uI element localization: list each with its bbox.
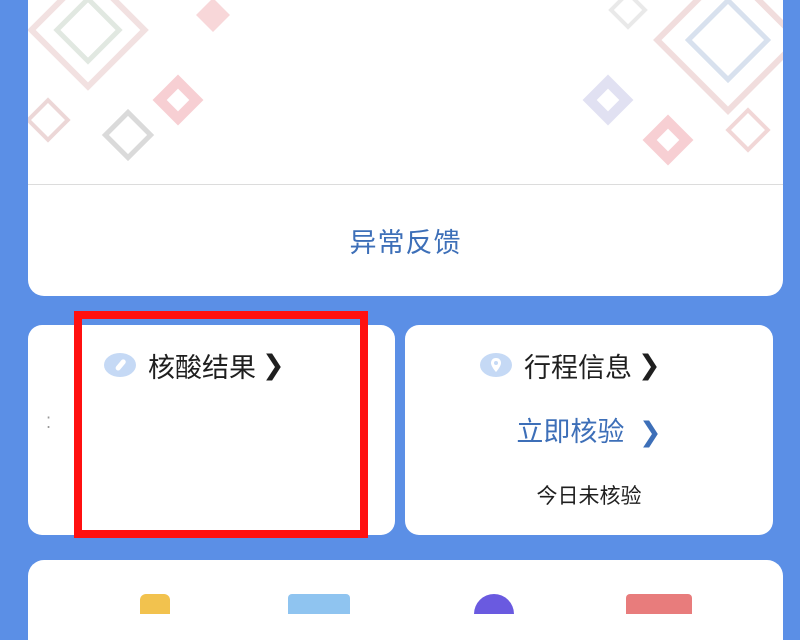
chevron-right-icon: ❯ [638,349,661,381]
service-icon-2[interactable] [288,594,350,614]
service-icon-3[interactable] [474,594,514,614]
abnormal-feedback-button[interactable]: 异常反馈 [28,185,783,296]
verify-status-text: 今日未核验 [536,484,642,508]
travel-info-card[interactable]: 行程信息 ❯ 立即核验 ❯ 今日未核验 [405,325,773,535]
decorative-pattern [28,0,783,185]
edge-mark: ⁚ [46,413,52,432]
travel-info-title: 行程信息 [524,352,632,384]
highlight-box [74,311,368,538]
top-card: 异常反馈 [28,0,783,296]
location-pin-icon [480,353,512,377]
ethnic-pattern-graphic [28,0,783,166]
service-icon-1[interactable] [140,594,170,614]
service-icon-4[interactable] [626,594,692,614]
travel-info-title-link[interactable]: 行程信息 ❯ [480,343,661,387]
verify-now-label: 立即核验 [516,417,625,448]
chevron-right-icon: ❯ [638,417,662,448]
verify-now-link[interactable]: 立即核验 ❯ [405,410,773,449]
services-card [28,560,783,640]
abnormal-feedback-label: 异常反馈 [349,228,462,259]
